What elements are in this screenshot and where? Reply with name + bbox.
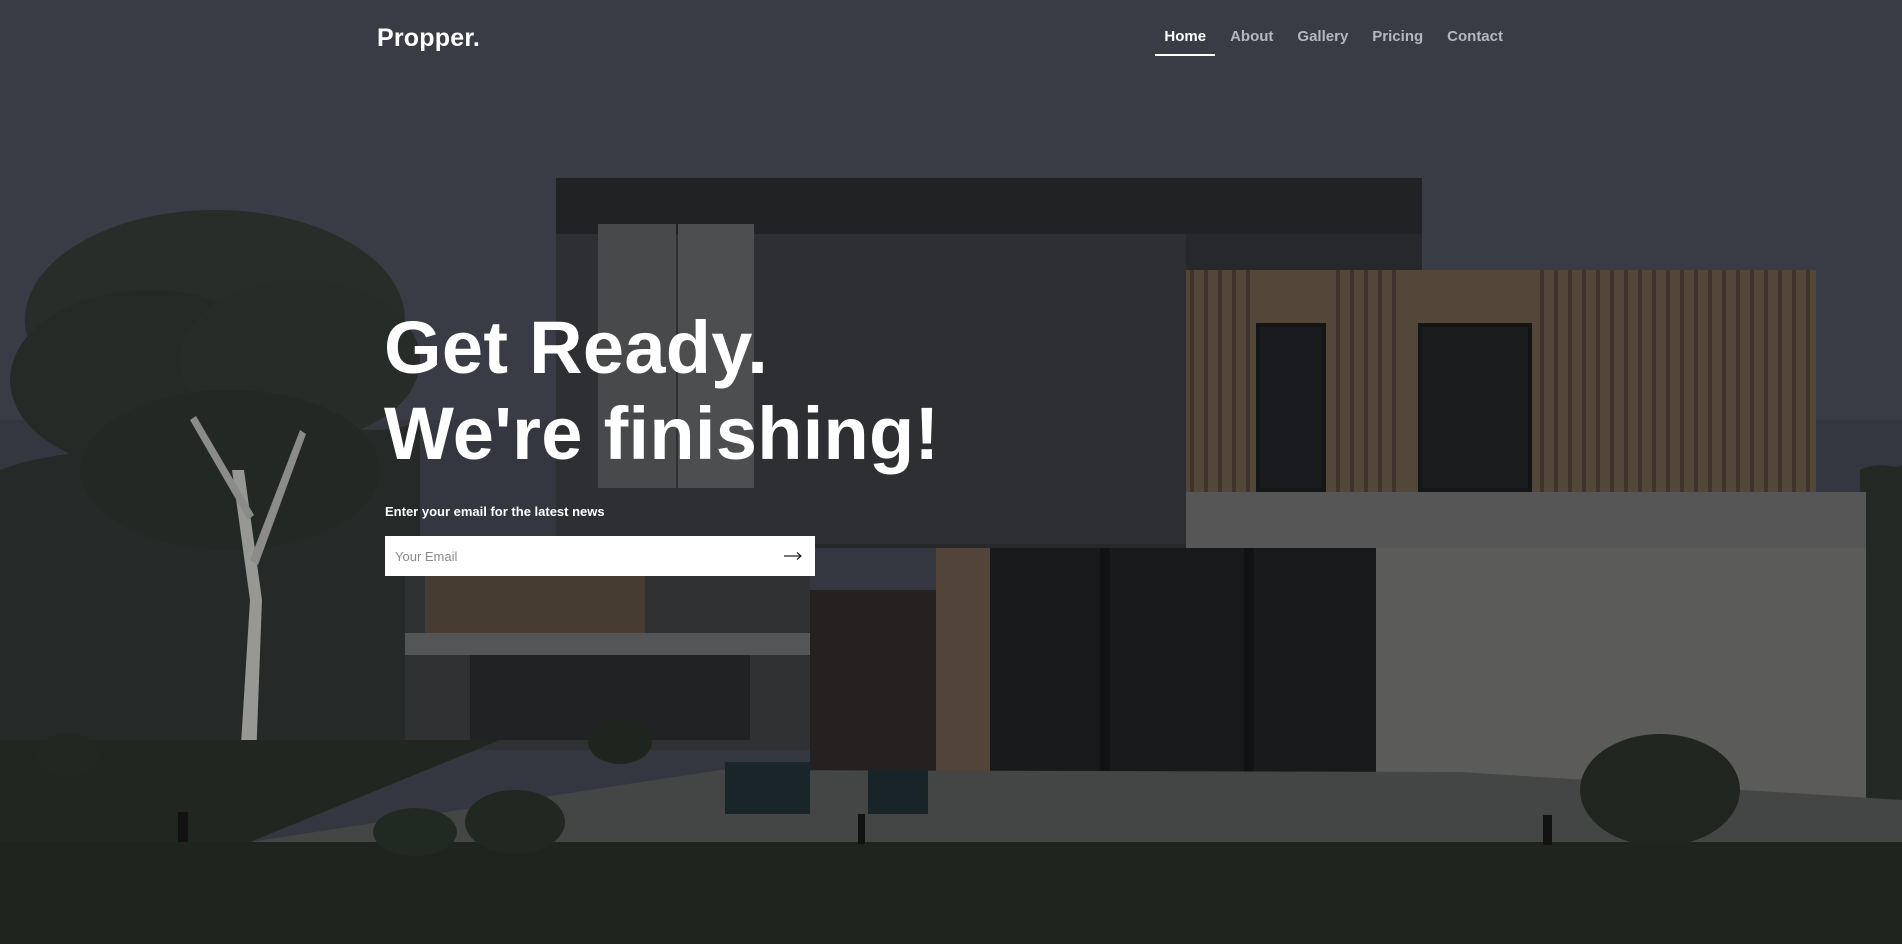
background-image — [0, 0, 1902, 944]
logo[interactable]: Propper. — [377, 24, 480, 53]
nav-item-contact[interactable]: Contact — [1435, 28, 1515, 56]
hero-headline: Get Ready. We're finishing! — [384, 305, 940, 477]
hero-section: Propper. Home About Gallery Pricing Cont… — [0, 0, 1902, 944]
newsletter-form — [385, 536, 815, 576]
site-header: Propper. Home About Gallery Pricing Cont… — [0, 0, 1902, 80]
main-nav: Home About Gallery Pricing Contact — [1152, 28, 1515, 56]
arrow-right-icon — [783, 549, 803, 564]
nav-item-pricing[interactable]: Pricing — [1360, 28, 1435, 56]
headline-line-2: We're finishing! — [384, 392, 940, 475]
nav-item-gallery[interactable]: Gallery — [1285, 28, 1360, 56]
submit-button[interactable] — [771, 536, 815, 576]
nav-item-home[interactable]: Home — [1152, 28, 1218, 56]
headline-line-1: Get Ready. — [384, 306, 769, 389]
nav-item-about[interactable]: About — [1218, 28, 1285, 56]
newsletter-label: Enter your email for the latest news — [385, 504, 605, 519]
email-input[interactable] — [385, 536, 771, 576]
dark-overlay — [0, 0, 1902, 944]
